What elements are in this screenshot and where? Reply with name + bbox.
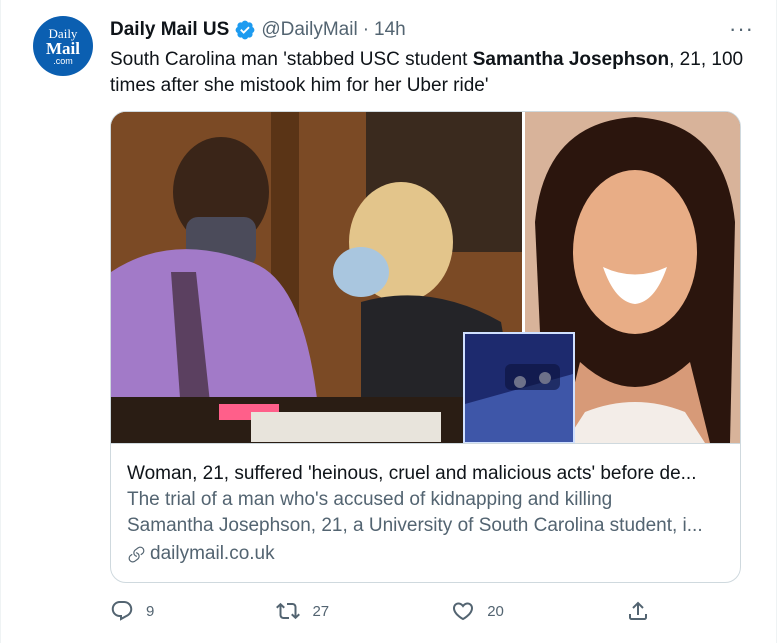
heart-icon — [453, 602, 474, 621]
avatar-line3: .com — [53, 55, 73, 66]
link-card[interactable]: Woman, 21, suffered 'heinous, cruel and … — [110, 111, 741, 583]
like-count: 20 — [487, 602, 504, 620]
tweet[interactable]: Daily Mail .com Daily Mail US @DailyMail… — [0, 0, 777, 643]
reply-icon — [111, 601, 133, 621]
tweet-text: South Carolina man 'stabbed USC student … — [110, 47, 750, 99]
card-image[interactable] — [111, 112, 740, 443]
share-icon — [629, 601, 647, 620]
link-icon — [128, 546, 145, 562]
avatar[interactable]: Daily Mail .com — [33, 16, 93, 76]
author-name[interactable]: Daily Mail US — [110, 19, 229, 41]
card-domain-text[interactable]: dailymail.co.uk — [150, 541, 275, 567]
tweet-text-before: South Carolina man 'stabbed USC student — [110, 49, 473, 70]
author-handle[interactable]: @DailyMail — [261, 19, 357, 41]
tweet-header: Daily Mail US @DailyMail · 14h ··· — [110, 16, 756, 42]
avatar-line2: Mail — [46, 38, 80, 58]
share-button[interactable] — [626, 596, 650, 626]
reply-button[interactable]: 9 — [110, 596, 154, 626]
card-description-line1: The trial of a man who's accused of kidn… — [127, 489, 613, 510]
retweet-button[interactable]: 27 — [276, 596, 329, 626]
courtroom-photo — [111, 112, 522, 443]
card-meta[interactable]: Woman, 21, suffered 'heinous, cruel and … — [111, 443, 740, 582]
retweet-count: 27 — [312, 602, 330, 620]
tweet-time[interactable]: 14h — [374, 19, 406, 41]
card-domain[interactable]: dailymail.co.uk — [127, 541, 724, 567]
card-description-line2: Samantha Josephson, 21, a University of … — [127, 515, 703, 536]
avatar-line1: Daily — [48, 25, 78, 41]
card-description: The trial of a man who's accused of kidn… — [127, 487, 724, 539]
tweet-text-bold: Samantha Josephson — [472, 49, 670, 70]
card-title[interactable]: Woman, 21, suffered 'heinous, cruel and … — [127, 461, 724, 487]
reply-count: 9 — [146, 602, 155, 620]
like-button[interactable]: 20 — [451, 596, 504, 626]
verified-badge-icon — [234, 19, 256, 41]
cctv-inset-image — [463, 332, 575, 443]
separator-dot: · — [362, 19, 370, 40]
more-options-icon[interactable]: ··· — [729, 16, 754, 42]
action-bar: 9 27 20 — [110, 596, 650, 626]
retweet-icon — [276, 602, 301, 620]
